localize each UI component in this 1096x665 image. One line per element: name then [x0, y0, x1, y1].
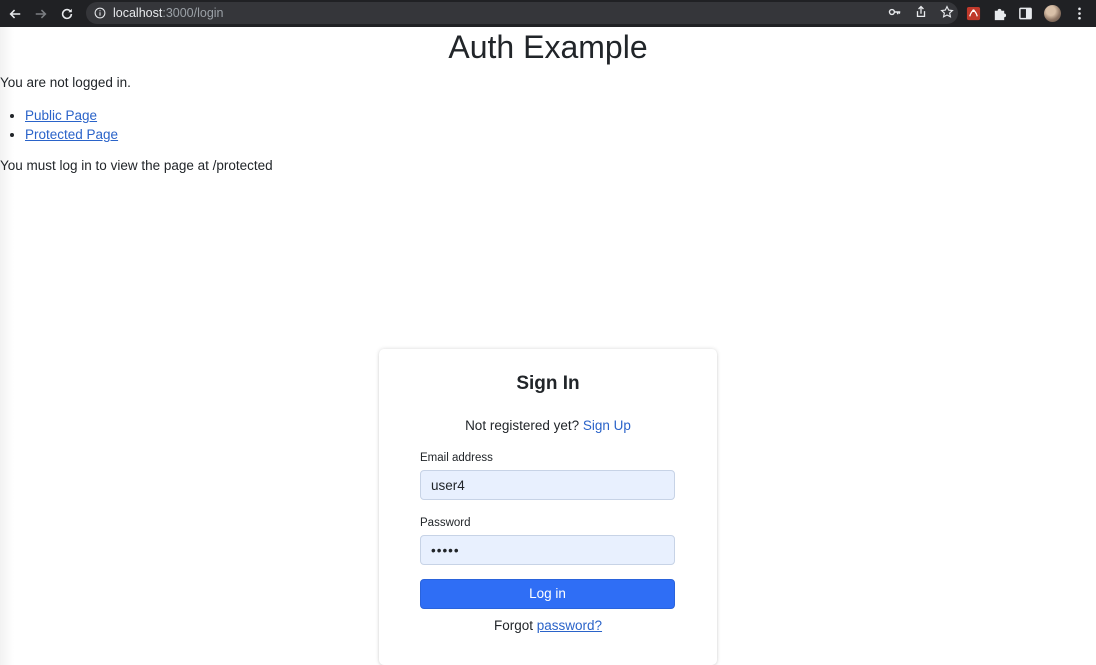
sign-up-link[interactable]: Sign Up	[583, 418, 631, 433]
star-icon[interactable]	[940, 5, 954, 19]
url-host: localhost	[113, 6, 163, 20]
log-in-button[interactable]: Log in	[420, 579, 675, 609]
nav-links-list: Public Page Protected Page	[25, 106, 118, 144]
register-prompt: Not registered yet? Sign Up	[379, 418, 717, 433]
browser-toolbar: localhost:3000/login	[0, 0, 1096, 27]
email-label: Email address	[420, 452, 493, 464]
reload-icon	[61, 8, 73, 19]
sign-in-title: Sign In	[516, 373, 580, 394]
key-icon[interactable]	[888, 5, 902, 19]
login-status-text: You are not logged in.	[0, 75, 131, 90]
forward-arrow-icon	[35, 9, 47, 18]
forward-button[interactable]	[30, 3, 52, 25]
page-title: Auth Example	[448, 29, 648, 65]
register-prompt-text: Not registered yet?	[465, 418, 580, 433]
sign-in-card: Sign In Not registered yet? Sign Up Emai…	[379, 349, 717, 665]
password-field[interactable]	[420, 535, 675, 565]
forgot-prefix: Forgot	[493, 618, 533, 633]
page-content: Auth Example You are not logged in. Publ…	[0, 27, 1096, 665]
back-arrow-icon	[9, 9, 21, 18]
protected-page-link[interactable]: Protected Page	[25, 127, 118, 142]
url-path: :3000/login	[162, 6, 224, 20]
address-bar[interactable]: localhost:3000/login	[86, 2, 958, 24]
email-field[interactable]	[420, 470, 675, 500]
password-label: Password	[420, 517, 471, 529]
back-button[interactable]	[4, 3, 26, 25]
reload-button[interactable]	[56, 3, 78, 25]
share-icon[interactable]	[914, 5, 928, 19]
sidebar-icon[interactable]	[1018, 6, 1033, 21]
extension-icon[interactable]	[966, 6, 981, 21]
avatar[interactable]	[1044, 4, 1061, 22]
list-item: Public Page	[25, 106, 118, 125]
list-item: Protected Page	[25, 125, 118, 144]
redirect-message: You must log in to view the page at /pro…	[0, 158, 273, 173]
public-page-link[interactable]: Public Page	[25, 108, 97, 123]
puzzle-icon[interactable]	[992, 6, 1007, 21]
forgot-password-line: Forgot password?	[379, 618, 717, 633]
info-icon[interactable]	[94, 7, 106, 19]
forgot-password-link[interactable]: password?	[537, 618, 602, 633]
more-vert-icon[interactable]	[1072, 6, 1087, 21]
